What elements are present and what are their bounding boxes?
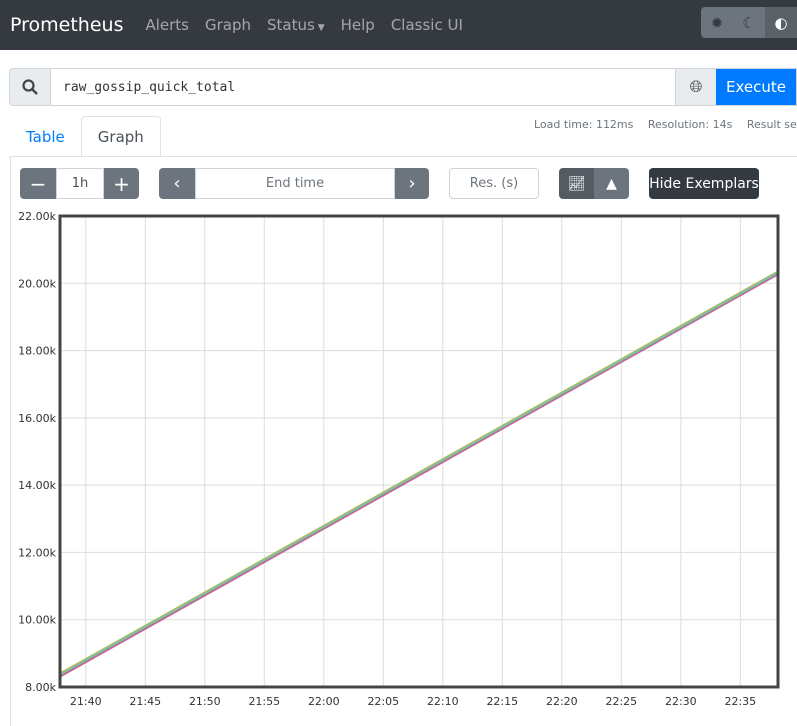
y-tick-label: 10.00k bbox=[18, 614, 56, 627]
x-tick-label: 22:25 bbox=[605, 695, 637, 708]
y-tick-label: 8.00k bbox=[25, 681, 56, 694]
x-tick-label: 22:30 bbox=[665, 695, 697, 708]
x-tick-label: 22:20 bbox=[546, 695, 578, 708]
graph-chart: 8.00k 10.00k 12.00k 14.00k 16.00k 18.00k 20.00… bbox=[18, 210, 780, 708]
y-tick-label: 16.00k bbox=[18, 412, 56, 425]
y-tick-label: 20.00k bbox=[18, 277, 56, 290]
series-line bbox=[59, 271, 779, 676]
y-tick-label: 18.00k bbox=[18, 345, 56, 358]
series-line bbox=[59, 273, 779, 678]
x-tick-label: 21:45 bbox=[129, 695, 161, 708]
x-tick-label: 22:35 bbox=[724, 695, 756, 708]
y-tick-label: 22.00k bbox=[18, 210, 56, 223]
y-tick-label: 14.00k bbox=[18, 479, 56, 492]
x-tick-label: 21:40 bbox=[70, 695, 102, 708]
x-tick-label: 22:15 bbox=[486, 695, 518, 708]
x-tick-label: 21:50 bbox=[189, 695, 221, 708]
x-tick-label: 22:10 bbox=[427, 695, 459, 708]
x-tick-label: 21:55 bbox=[248, 695, 280, 708]
x-tick-label: 22:00 bbox=[308, 695, 340, 708]
y-tick-label: 12.00k bbox=[18, 546, 56, 559]
x-tick-label: 22:05 bbox=[367, 695, 399, 708]
